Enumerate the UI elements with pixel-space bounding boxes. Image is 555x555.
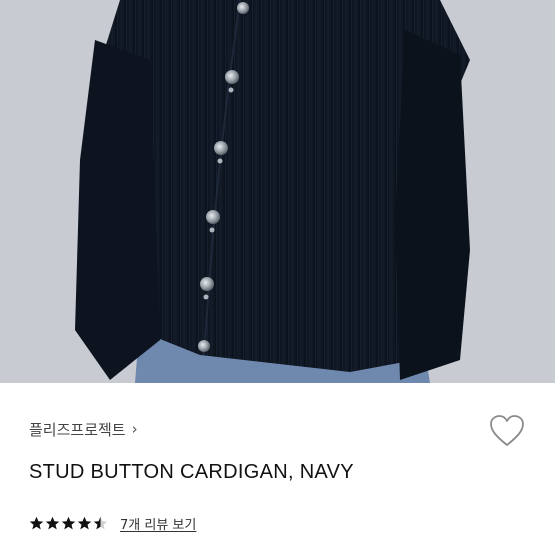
brand-link[interactable]: 플리즈프로젝트 › bbox=[29, 419, 138, 440]
chevron-right-icon: › bbox=[131, 419, 138, 438]
heart-outline-icon bbox=[490, 415, 524, 446]
star-icon bbox=[93, 516, 108, 530]
product-image[interactable] bbox=[0, 0, 555, 383]
star-icon bbox=[61, 516, 76, 530]
product-title: STUD BUTTON CARDIGAN, NAVY bbox=[29, 461, 354, 483]
rating-row: 7개 리뷰 보기 bbox=[29, 514, 196, 533]
star-icon bbox=[29, 516, 44, 530]
star-icon bbox=[45, 516, 60, 530]
star-rating bbox=[29, 516, 108, 531]
wishlist-button[interactable] bbox=[488, 413, 526, 449]
review-link[interactable]: 7개 리뷰 보기 bbox=[120, 514, 196, 533]
star-icon bbox=[77, 516, 92, 530]
cardigan-illustration bbox=[0, 0, 555, 383]
product-info: 플리즈프로젝트 › STUD BUTTON CARDIGAN, NAVY 7개 … bbox=[0, 383, 555, 555]
brand-name: 플리즈프로젝트 bbox=[29, 421, 126, 439]
